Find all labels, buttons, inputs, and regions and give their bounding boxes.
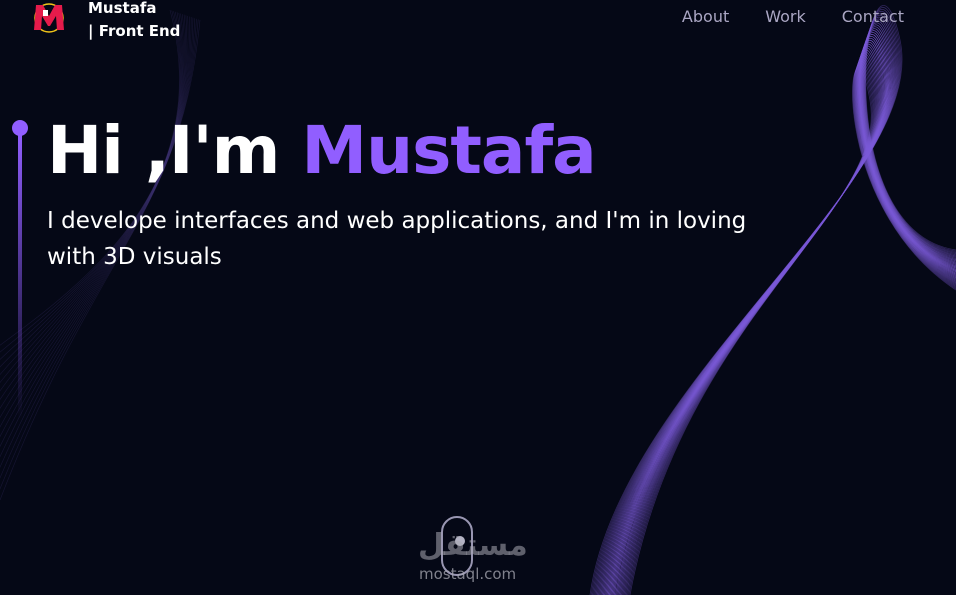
wave-line	[612, 42, 956, 595]
m-logo-icon[interactable]	[28, 0, 70, 40]
wave-line	[611, 40, 956, 595]
wave-line	[621, 55, 956, 595]
brand-name[interactable]: Mustafa | Front End	[88, 0, 180, 43]
wave-line	[623, 59, 956, 595]
wave-line	[613, 43, 956, 595]
wave-line	[619, 53, 956, 595]
wave-line	[629, 68, 956, 595]
wave-line	[599, 20, 956, 595]
wave-line	[610, 38, 956, 595]
wave-line	[616, 47, 956, 595]
wave-line	[607, 34, 956, 595]
brand-line1: Mustafa	[88, 0, 157, 17]
hero-title-prefix: Hi ,I'm	[47, 112, 302, 189]
hero-title-name: Mustafa	[301, 112, 596, 189]
wave-line	[601, 24, 956, 595]
wave-line	[617, 49, 956, 595]
nav-work[interactable]: Work	[765, 7, 806, 26]
hero-indicator-line	[11, 119, 29, 419]
wave-line	[622, 57, 956, 595]
watermark-arabic: مستقل	[418, 528, 528, 563]
wave-line	[624, 61, 956, 595]
wave-line	[618, 51, 956, 595]
header: Mustafa | Front End About Work Contact	[0, 0, 956, 40]
wave-line	[615, 45, 956, 595]
brand-line2: | Front End	[88, 22, 181, 40]
nav-contact[interactable]: Contact	[842, 7, 904, 26]
wave-line	[608, 36, 956, 595]
hero-title: Hi ,I'm Mustafa	[47, 112, 597, 189]
wave-line	[604, 28, 956, 595]
wave-line	[605, 30, 956, 595]
wave-line	[600, 22, 956, 595]
wave-line	[627, 64, 956, 595]
wave-line	[602, 26, 956, 595]
watermark-domain: mostaql.com	[419, 565, 517, 583]
wave-line	[628, 66, 956, 595]
wave-line	[625, 63, 956, 595]
wave-line	[606, 32, 956, 595]
hero-subtitle: I develope interfaces and web applicatio…	[47, 208, 747, 270]
nav-about[interactable]: About	[682, 7, 729, 26]
main-nav: About Work Contact	[682, 7, 904, 26]
background-waves	[0, 5, 956, 595]
